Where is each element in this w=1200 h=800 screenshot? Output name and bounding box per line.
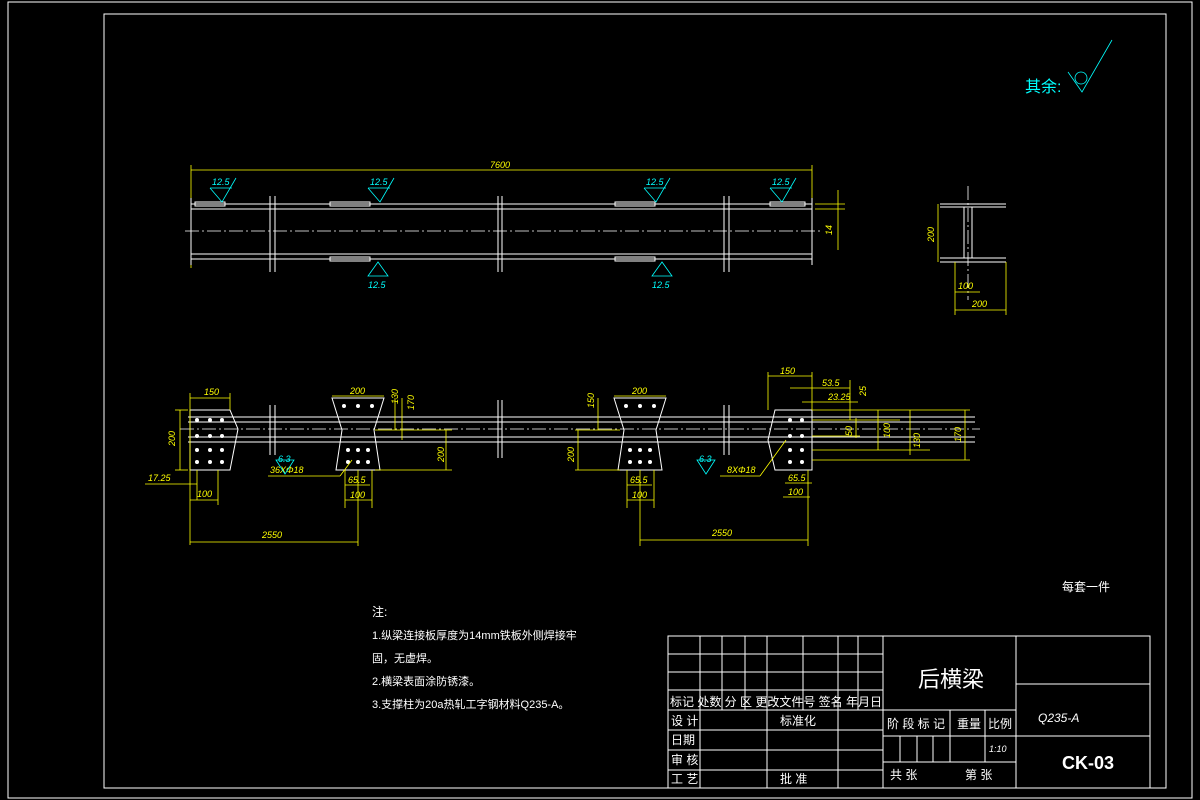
design-label: 设 计 — [671, 714, 698, 728]
approve-label: 批 准 — [780, 771, 807, 786]
drawing-number: CK-03 — [1062, 753, 1114, 773]
dim-right-170: 170 — [953, 427, 963, 442]
inner-frame — [103, 13, 1167, 789]
notes-line-4: 3.支撑柱为20a热轧工字钢材料Q235-A。 — [372, 697, 569, 711]
roughness-top-1: 12.5 — [212, 177, 231, 187]
dim-mid2-100: 100 — [632, 490, 647, 500]
weld-symbol-2: 6.3 — [699, 454, 712, 464]
dim-right-2325: 23.25 — [827, 392, 852, 402]
roughness-top-3: 12.5 — [646, 177, 665, 187]
dim-mid1-200: 200 — [349, 386, 365, 396]
sheet-number: 第 张 — [965, 768, 992, 782]
dim-right-50: 50 — [844, 426, 854, 436]
dim-mid1-130: 130 — [390, 389, 400, 404]
section-width: 200 — [971, 299, 987, 309]
weld-symbol-1: 6.3 — [278, 454, 291, 464]
review-label: 审 核 — [671, 752, 698, 767]
material: Q235-A — [1038, 711, 1079, 725]
section-height-label: 200 — [926, 227, 936, 243]
roughness-label: 其余: — [1025, 77, 1061, 96]
dim-right-535: 53.5 — [822, 378, 841, 388]
part-name: 后横梁 — [918, 667, 984, 692]
notes-block: 注: 1.纵梁连接板厚度为14mm铁板外侧焊接牢 固，无虚焊。 2.横梁表面涂防… — [372, 604, 577, 711]
scale-value: 1:10 — [989, 744, 1007, 754]
outer-frame — [7, 1, 1193, 799]
dim-right-150: 150 — [780, 366, 795, 376]
dim-mid2-200v: 200 — [566, 447, 576, 463]
dim-mid1-170: 170 — [406, 395, 416, 410]
dim-right-100v: 100 — [882, 423, 892, 438]
dim-mid2-200: 200 — [631, 386, 647, 396]
roughness-bottom-1: 12.5 — [368, 280, 387, 290]
date-label: 日期 — [671, 733, 695, 747]
cad-drawing: 其余: 7600 14 12.5 12.5 12.5 12.5 12.5 12.… — [7, 1, 1193, 799]
ratio-label: 比例 — [988, 717, 1012, 731]
roughness-symbol-icon — [1067, 39, 1113, 93]
roughness-top-2: 12.5 — [370, 177, 389, 187]
dim-mid1-100: 100 — [350, 490, 365, 500]
holes-callout-1: 36XΦ18 — [270, 465, 304, 475]
notes-line-1: 1.纵梁连接板厚度为14mm铁板外侧焊接牢 — [372, 628, 577, 642]
weight-label: 重量 — [957, 717, 981, 731]
row-headers: 标记 处数 分 区 更改文件号 签名 年月日 — [670, 694, 882, 709]
top-thickness-label: 14 — [824, 225, 834, 235]
process-label: 工 艺 — [671, 772, 698, 786]
roughness-top-4: 12.5 — [772, 177, 791, 187]
dim-left-100: 100 — [197, 489, 212, 499]
front-view — [180, 397, 980, 471]
dim-left-150: 150 — [204, 387, 219, 397]
notes-line-3: 2.横梁表面涂防锈漆。 — [372, 674, 480, 688]
dim-left-200: 200 — [167, 431, 177, 447]
notes-line-2: 固，无虚焊。 — [372, 651, 438, 665]
standardize-label: 标准化 — [780, 714, 816, 728]
holes-callout-2: 8XΦ18 — [727, 465, 756, 475]
dim-right-130: 130 — [912, 433, 922, 448]
title-block: 后横梁 Q235-A CK-03 1:10 标记 处数 分 区 更改文件号 签名… — [667, 635, 1151, 789]
top-view: 7600 14 — [185, 160, 845, 272]
dim-mid1-200v: 200 — [436, 447, 446, 463]
per-set-text: 每套一件 — [1062, 579, 1110, 594]
roughness-bottom-2: 12.5 — [652, 280, 671, 290]
stage-mark-label: 阶 段 标 记 — [887, 716, 945, 731]
dim-right-2550: 2550 — [711, 528, 732, 538]
dim-left-1725: 17.25 — [148, 473, 172, 483]
section-view: 200 100 200 — [926, 186, 1007, 315]
front-dimensions: 150 200 17.25 100 2550 200 130 170 200 6… — [145, 366, 970, 546]
dim-right-655: 65.5 — [788, 473, 807, 483]
section-half-width: 100 — [958, 281, 973, 291]
dim-right-100: 100 — [788, 487, 803, 497]
dim-mid2-150: 150 — [586, 393, 596, 408]
dim-right-25: 25 — [858, 385, 868, 397]
dim-mid2-655: 65.5 — [630, 475, 649, 485]
dim-mid1-655: 65.5 — [348, 475, 367, 485]
notes-title: 注: — [372, 604, 387, 619]
dim-left-2550: 2550 — [261, 530, 282, 540]
top-length-label: 7600 — [490, 160, 510, 170]
roughness-marks-top: 12.5 12.5 12.5 12.5 12.5 12.5 — [209, 177, 797, 290]
total-sheets: 共 张 — [890, 768, 917, 782]
